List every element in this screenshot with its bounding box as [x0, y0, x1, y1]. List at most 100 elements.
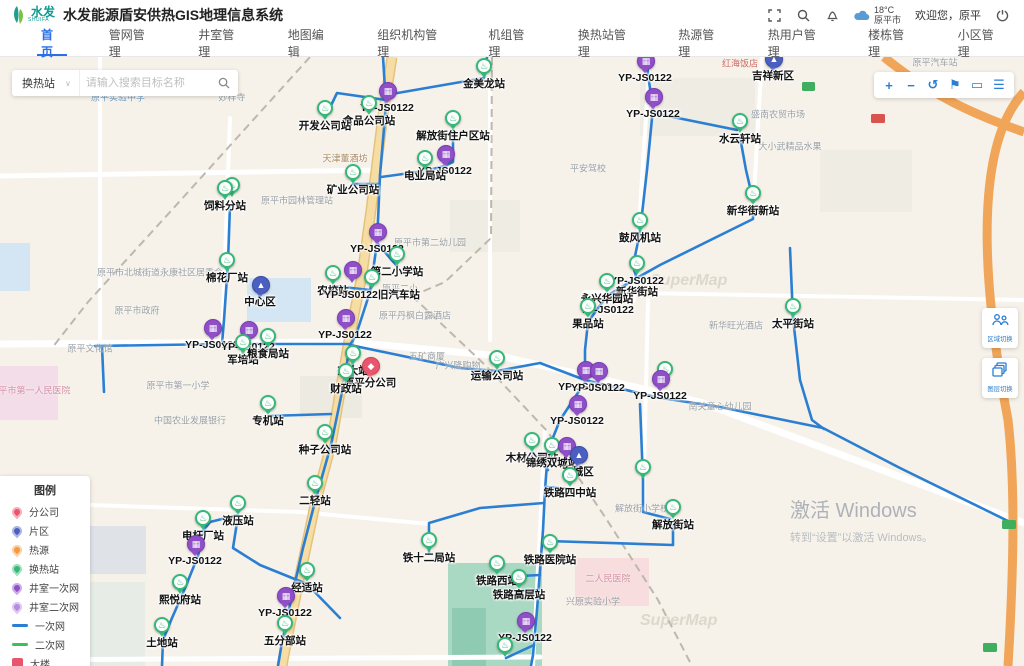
station-pin[interactable]: ♨解放街站	[665, 499, 681, 521]
station-pin[interactable]: ♨农校站	[325, 265, 341, 287]
station-pin[interactable]: ♨铁路四中站	[562, 467, 578, 489]
station-pin[interactable]: ♨五分部站	[277, 615, 293, 637]
header-actions: 18°C 原平市 欢迎您，原平	[767, 5, 1010, 25]
legend-item-label: 片区	[29, 523, 49, 538]
station-pin[interactable]: ♨铁路高层站	[511, 569, 527, 591]
notification-bell-icon[interactable]	[825, 8, 840, 23]
station-pin[interactable]: ♨永兴华园站YP-JS0122	[599, 273, 615, 295]
station-pin[interactable]: ♨财政站	[338, 363, 354, 385]
station-pin[interactable]: ♨	[497, 637, 513, 659]
layer-switch-button[interactable]: 图层切换	[982, 358, 1018, 398]
station-pin[interactable]: ♨果品站	[580, 298, 596, 320]
well-pin[interactable]: ▦YP-JS0122	[652, 370, 668, 392]
area-switch-button[interactable]: 区域切换	[982, 308, 1018, 348]
station-pin[interactable]: ♨棉花厂站	[219, 252, 235, 274]
legend-item-label: 热源	[29, 542, 49, 557]
station-pin[interactable]: ♨液压站	[230, 495, 246, 517]
station-pin[interactable]: ♨熙悦府站	[172, 574, 188, 596]
nav-tab-小区管理[interactable]: 小区管理	[944, 30, 1015, 56]
station-pin[interactable]: ♨水云轩站	[732, 113, 748, 135]
area-pin[interactable]: ▲中心区	[252, 276, 268, 298]
station-pin[interactable]: ♨土地站	[154, 617, 170, 639]
marker-label: 金美龙站	[463, 79, 505, 90]
map-place-label: 天津董酒坊	[322, 152, 367, 165]
reset-view-icon[interactable]: ↺	[922, 74, 944, 96]
station-pin[interactable]: ♨YP-JS0122旧汽车站	[364, 269, 380, 291]
search-submit-icon[interactable]	[210, 77, 238, 89]
station-pin[interactable]: ♨铁路西站	[489, 555, 505, 577]
zoom-in-icon[interactable]: +	[878, 74, 900, 96]
station-pin[interactable]: ♨电业局站	[417, 150, 433, 172]
logo-leaf-icon	[10, 5, 28, 25]
map-place-label: 兴原实验小学	[566, 595, 620, 608]
well-pin[interactable]: ▦YP-JS0122	[187, 535, 203, 557]
logo-text: 水发	[31, 7, 55, 17]
station-pin[interactable]: ♨饲料分站	[217, 180, 233, 202]
logout-icon[interactable]	[995, 8, 1010, 23]
station-pin[interactable]: ♨专机站	[260, 395, 276, 417]
well-pin[interactable]: ▦YP-JS0122	[637, 57, 653, 74]
station-pin[interactable]: ♨第二小学站	[389, 246, 405, 268]
station-pin[interactable]: ♨电杆厂站	[195, 510, 211, 532]
map-side-tools: 区域切换图层切换	[982, 308, 1018, 398]
search-icon[interactable]	[796, 8, 811, 23]
well-pin[interactable]: ▦YP-JS0122	[590, 362, 606, 384]
well-pin[interactable]: ▦YP-JS0122	[569, 395, 585, 417]
marker-label: 液压站	[222, 516, 254, 527]
nav-tab-热源管理[interactable]: 热源管理	[664, 30, 735, 56]
nav-tab-组织机构管理[interactable]: 组织机构管理	[363, 30, 456, 56]
select-area-icon[interactable]: ▭	[966, 74, 988, 96]
station-pin[interactable]: ♨开发公司站	[317, 100, 333, 122]
map-canvas[interactable]: 原平实验中学妙样寺原平市园林管理站天津董酒坊原平市北城街道永康社区居委会原平市政…	[0, 57, 1024, 666]
well-pin[interactable]: ▦YP-JS0122	[277, 587, 293, 609]
well-pin[interactable]: ▦YP-JS0122	[204, 319, 220, 341]
well-pin[interactable]: ▦YP-JS0122	[337, 309, 353, 331]
map-place-label: 红海饭店	[722, 57, 758, 70]
station-pin[interactable]: ♨矿业公司站	[345, 164, 361, 186]
nav-tab-管网管理[interactable]: 管网管理	[95, 30, 166, 56]
search-input[interactable]	[80, 77, 210, 89]
well-pin[interactable]: ▦YP-JS0122	[645, 88, 661, 110]
page-title: 水发能源盾安供热GIS地理信息系统	[63, 5, 283, 25]
branch-company-pin[interactable]: ◆原平分公司	[362, 357, 378, 379]
station-pin[interactable]: ♨铁路医院站	[542, 534, 558, 556]
station-pin[interactable]: ♨YP-JS0122新华街站	[629, 255, 645, 277]
zoom-out-icon[interactable]: −	[900, 74, 922, 96]
station-pin[interactable]: ♨新华街新站	[745, 185, 761, 207]
map-place-label: 原平市第一人民医院	[0, 384, 71, 397]
station-pin[interactable]: ♨铁十二局站	[421, 532, 437, 554]
well-pin[interactable]: ▦	[344, 261, 360, 283]
station-pin[interactable]: ♨	[635, 459, 651, 481]
nav-tab-楼栋管理[interactable]: 楼栋管理	[854, 30, 925, 56]
legend-item-热源: 热源	[0, 540, 90, 559]
nav-tab-地图编辑[interactable]: 地图编辑	[274, 30, 345, 56]
fullscreen-icon[interactable]	[767, 8, 782, 23]
station-pin[interactable]: ♨木材公司站	[524, 432, 540, 454]
station-pin[interactable]: ♨太平街站	[785, 298, 801, 320]
station-pin[interactable]: ♨鼓风机站	[632, 212, 648, 234]
measure-icon[interactable]: ⚑	[944, 74, 966, 96]
station-pin[interactable]: ♨种子公司站	[317, 424, 333, 446]
station-pin[interactable]: ♨二轻站	[307, 475, 323, 497]
well-pin[interactable]: ▦YP-JS0122	[517, 612, 533, 634]
well-pin[interactable]: ▦YP-JS0122	[379, 82, 395, 104]
nav-tab-首页[interactable]: 首页	[27, 30, 77, 56]
station-pin[interactable]: ♨金美龙站	[476, 58, 492, 80]
station-pin[interactable]: ♨运输公司站	[489, 350, 505, 372]
nav-tab-热用户管理[interactable]: 热用户管理	[754, 30, 836, 56]
layer-list-icon[interactable]: ☰	[988, 74, 1010, 96]
weather-temp: 18°C	[874, 5, 901, 15]
nav-tab-井室管理[interactable]: 井室管理	[184, 30, 255, 56]
station-pin[interactable]: ♨食品公司站	[361, 95, 377, 117]
nav-tab-换热站管理[interactable]: 换热站管理	[564, 30, 646, 56]
station-pin[interactable]: ♨解放街住户区站	[445, 110, 461, 132]
legend-item-井室一次网: 井室一次网	[0, 578, 90, 597]
area-pin[interactable]: ▲东城区	[570, 446, 586, 468]
well-pin[interactable]: ▦YP-JS0122	[369, 223, 385, 245]
station-pin[interactable]: ♨经适站	[299, 562, 315, 584]
search-category-select[interactable]: 换热站 ∨	[12, 70, 80, 96]
station-pin[interactable]: ♨粮食局站	[260, 328, 276, 350]
well-pin[interactable]: ▦YP-JS0122	[437, 145, 453, 167]
legend-pin-icon	[10, 523, 24, 537]
nav-tab-机组管理[interactable]: 机组管理	[474, 30, 545, 56]
